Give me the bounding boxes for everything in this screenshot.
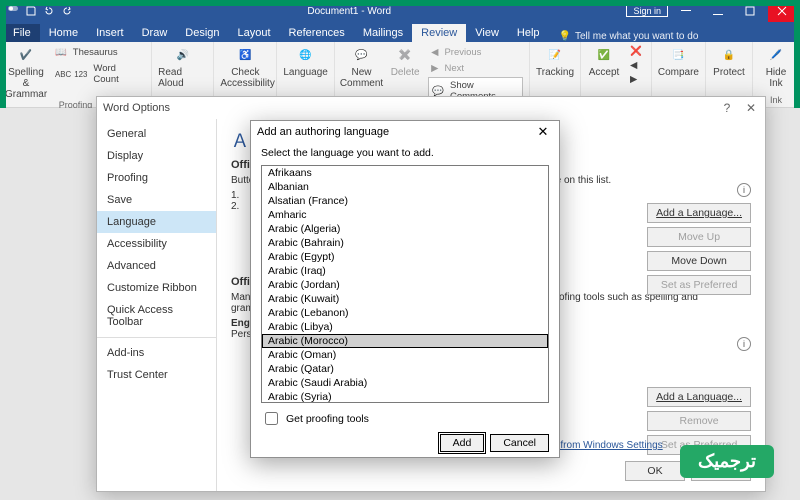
get-proofing-checkbox[interactable]: Get proofing tools	[251, 405, 559, 432]
options-sidebar: GeneralDisplayProofingSaveLanguageAccess…	[97, 119, 217, 491]
language-option[interactable]: Arabic (Syria)	[262, 390, 548, 403]
remove-language-button[interactable]: Remove	[647, 411, 751, 431]
move-up-button[interactable]: Move Up	[647, 227, 751, 247]
add-button[interactable]: Add	[440, 434, 485, 452]
language-option[interactable]: Arabic (Morocco)	[262, 334, 548, 348]
watermark-badge: ترجمیک	[680, 445, 774, 478]
language-option[interactable]: Arabic (Jordan)	[262, 278, 548, 292]
list-item: 1.	[231, 190, 239, 201]
tell-me-label: Tell me what you want to do	[575, 31, 698, 42]
language-option[interactable]: Amharic	[262, 208, 548, 222]
language-option[interactable]: Arabic (Algeria)	[262, 222, 548, 236]
add-dialog-hint: Select the language you want to add.	[251, 143, 559, 163]
language-option[interactable]: Alsatian (France)	[262, 194, 548, 208]
sidebar-item-trust-center[interactable]: Trust Center	[97, 364, 216, 386]
add-dialog-title: Add an authoring language	[257, 126, 389, 138]
language-option[interactable]: Arabic (Saudi Arabia)	[262, 376, 548, 390]
language-option[interactable]: Arabic (Kuwait)	[262, 292, 548, 306]
info-icon[interactable]: i	[737, 337, 751, 351]
sidebar-item-quick-access-toolbar[interactable]: Quick Access Toolbar	[97, 299, 216, 333]
language-option[interactable]: Arabic (Iraq)	[262, 264, 548, 278]
sidebar-item-accessibility[interactable]: Accessibility	[97, 233, 216, 255]
sidebar-item-language[interactable]: Language	[97, 211, 216, 233]
language-option[interactable]: Arabic (Bahrain)	[262, 236, 548, 250]
tell-me-search[interactable]: 💡 Tell me what you want to do	[559, 31, 699, 42]
language-option[interactable]: Albanian	[262, 180, 548, 194]
sidebar-item-general[interactable]: General	[97, 123, 216, 145]
add-authoring-language-button[interactable]: Add a Language...	[647, 387, 751, 407]
language-option[interactable]: Arabic (Libya)	[262, 320, 548, 334]
move-down-button[interactable]: Move Down	[647, 251, 751, 271]
language-option[interactable]: Arabic (Oman)	[262, 348, 548, 362]
language-listbox[interactable]: AfrikaansAlbanianAlsatian (France)Amhari…	[261, 165, 549, 403]
language-option[interactable]: Arabic (Qatar)	[262, 362, 548, 376]
dialog-close-button[interactable]: ✕	[743, 100, 759, 116]
dialog-title: Word Options	[103, 102, 170, 114]
add-dialog-close-button[interactable]: ✕	[533, 123, 553, 141]
sidebar-item-customize-ribbon[interactable]: Customize Ribbon	[97, 277, 216, 299]
dialog-help-button[interactable]: ?	[719, 100, 735, 116]
sidebar-item-proofing[interactable]: Proofing	[97, 167, 216, 189]
cancel-button[interactable]: Cancel	[490, 434, 549, 452]
sidebar-item-save[interactable]: Save	[97, 189, 216, 211]
language-option[interactable]: Arabic (Egypt)	[262, 250, 548, 264]
set-preferred-button[interactable]: Set as Preferred	[647, 275, 751, 295]
info-icon[interactable]: i	[737, 183, 751, 197]
language-option[interactable]: Afrikaans	[262, 166, 548, 180]
sidebar-item-advanced[interactable]: Advanced	[97, 255, 216, 277]
sidebar-item-add-ins[interactable]: Add-ins	[97, 342, 216, 364]
list-item: 2.	[231, 201, 239, 212]
options-ok-button[interactable]: OK	[625, 461, 685, 481]
language-option[interactable]: Arabic (Lebanon)	[262, 306, 548, 320]
delete-comment-button[interactable]: ✖️Delete	[388, 45, 422, 78]
next-comment-button[interactable]: ▶ Next	[428, 61, 523, 76]
lightbulb-icon: 💡	[559, 31, 571, 42]
sidebar-item-display[interactable]: Display	[97, 145, 216, 167]
add-language-dialog: Add an authoring language ✕ Select the l…	[250, 120, 560, 458]
previous-comment-button[interactable]: ◀ Previous	[428, 45, 523, 60]
add-display-language-button[interactable]: Add a Language...	[647, 203, 751, 223]
